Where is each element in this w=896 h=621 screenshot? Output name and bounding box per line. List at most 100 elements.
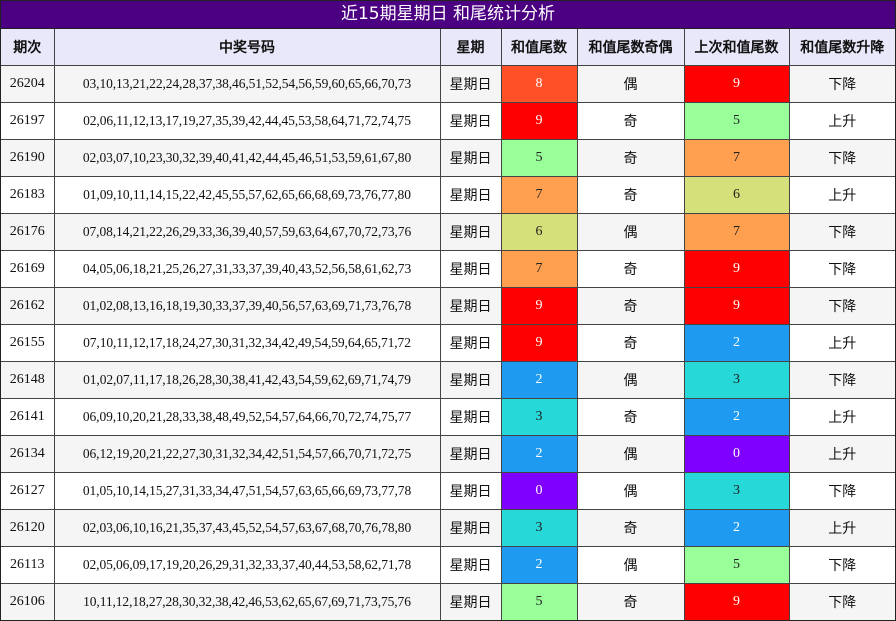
table-row: 26113 02,05,06,09,17,19,20,26,29,31,32,33… xyxy=(1,546,895,584)
trend-cell: 下降 xyxy=(788,472,895,510)
prev-tail-cell: 7 xyxy=(683,213,790,251)
numbers-cell: 04,05,06,18,21,25,26,27,31,33,37,39,40,4… xyxy=(53,250,441,288)
tail-cell: 3 xyxy=(500,398,578,436)
table-row: 26169 04,05,06,18,21,25,26,27,31,33,37,39… xyxy=(1,250,895,288)
weekday-cell: 星期日 xyxy=(439,250,502,288)
table-row: 26204 03,10,13,21,22,24,28,37,38,46,51,52… xyxy=(1,65,895,103)
issue-cell: 26127 xyxy=(1,472,55,510)
prev-tail-cell: 2 xyxy=(683,324,790,362)
prev-tail-cell: 3 xyxy=(683,361,790,399)
tail-cell: 2 xyxy=(500,361,578,399)
trend-cell: 上升 xyxy=(788,509,895,547)
trend-cell: 下降 xyxy=(788,287,895,325)
stats-table: 期次 中奖号码 星期 和值尾数 和值尾数奇偶 上次和值尾数 和值尾数升降 262… xyxy=(1,29,895,620)
numbers-cell: 01,05,10,14,15,27,31,33,34,47,51,54,57,6… xyxy=(53,472,441,510)
prev-tail-cell: 2 xyxy=(683,509,790,547)
table-row: 26120 02,03,06,10,16,21,35,37,43,45,52,54… xyxy=(1,509,895,547)
issue-cell: 26162 xyxy=(1,287,55,325)
numbers-cell: 07,08,14,21,22,26,29,33,36,39,40,57,59,6… xyxy=(53,213,441,251)
tail-cell: 8 xyxy=(500,65,578,103)
trend-cell: 下降 xyxy=(788,65,895,103)
weekday-cell: 星期日 xyxy=(439,509,502,547)
weekday-cell: 星期日 xyxy=(439,139,502,177)
trend-cell: 上升 xyxy=(788,398,895,436)
issue-cell: 26148 xyxy=(1,361,55,399)
weekday-cell: 星期日 xyxy=(439,176,502,214)
tail-cell: 6 xyxy=(500,213,578,251)
prev-tail-cell: 0 xyxy=(683,435,790,473)
trend-cell: 上升 xyxy=(788,324,895,362)
tail-cell: 3 xyxy=(500,509,578,547)
table-row: 26127 01,05,10,14,15,27,31,33,34,47,51,54… xyxy=(1,472,895,510)
header-row: 期次 中奖号码 星期 和值尾数 和值尾数奇偶 上次和值尾数 和值尾数升降 xyxy=(1,29,895,66)
tail-cell: 0 xyxy=(500,472,578,510)
issue-cell: 26183 xyxy=(1,176,55,214)
table-title: 近15期星期日 和尾统计分析 xyxy=(1,1,895,29)
numbers-cell: 07,10,11,12,17,18,24,27,30,31,32,34,42,4… xyxy=(53,324,441,362)
table-row: 26190 02,03,07,10,23,30,32,39,40,41,42,44… xyxy=(1,139,895,177)
weekday-cell: 星期日 xyxy=(439,583,502,620)
header-weekday: 星期 xyxy=(439,29,502,66)
prev-tail-cell: 2 xyxy=(683,398,790,436)
issue-cell: 26141 xyxy=(1,398,55,436)
numbers-cell: 03,10,13,21,22,24,28,37,38,46,51,52,54,5… xyxy=(53,65,441,103)
trend-cell: 下降 xyxy=(788,139,895,177)
prev-tail-cell: 5 xyxy=(683,546,790,584)
weekday-cell: 星期日 xyxy=(439,472,502,510)
numbers-cell: 06,12,19,20,21,22,27,30,31,32,34,42,51,5… xyxy=(53,435,441,473)
table-row: 26155 07,10,11,12,17,18,24,27,30,31,32,34… xyxy=(1,324,895,362)
issue-cell: 26120 xyxy=(1,509,55,547)
tail-cell: 9 xyxy=(500,102,578,140)
header-numbers: 中奖号码 xyxy=(53,29,441,66)
table-row: 26197 02,06,11,12,13,17,19,27,35,39,42,44… xyxy=(1,102,895,140)
table-row: 26162 01,02,08,13,16,18,19,30,33,37,39,40… xyxy=(1,287,895,325)
header-prev-tail: 上次和值尾数 xyxy=(683,29,790,66)
trend-cell: 下降 xyxy=(788,213,895,251)
numbers-cell: 06,09,10,20,21,28,33,38,48,49,52,54,57,6… xyxy=(53,398,441,436)
table-row: 26183 01,09,10,11,14,15,22,42,45,55,57,62… xyxy=(1,176,895,214)
issue-cell: 26106 xyxy=(1,583,55,620)
parity-cell: 奇 xyxy=(576,102,685,140)
weekday-cell: 星期日 xyxy=(439,65,502,103)
trend-cell: 上升 xyxy=(788,102,895,140)
prev-tail-cell: 9 xyxy=(683,65,790,103)
weekday-cell: 星期日 xyxy=(439,213,502,251)
header-tail: 和值尾数 xyxy=(500,29,578,66)
weekday-cell: 星期日 xyxy=(439,546,502,584)
parity-cell: 奇 xyxy=(576,324,685,362)
issue-cell: 26155 xyxy=(1,324,55,362)
issue-cell: 26204 xyxy=(1,65,55,103)
tail-cell: 2 xyxy=(500,546,578,584)
tail-cell: 2 xyxy=(500,435,578,473)
parity-cell: 偶 xyxy=(576,435,685,473)
prev-tail-cell: 9 xyxy=(683,250,790,288)
tail-cell: 9 xyxy=(500,324,578,362)
parity-cell: 奇 xyxy=(576,287,685,325)
table-body: 26204 03,10,13,21,22,24,28,37,38,46,51,52… xyxy=(1,65,895,620)
header-trend: 和值尾数升降 xyxy=(788,29,895,66)
tail-cell: 5 xyxy=(500,139,578,177)
stats-panel: 近15期星期日 和尾统计分析 期次 中奖号码 星期 和值尾数 和值尾数奇偶 上次… xyxy=(0,0,896,621)
numbers-cell: 02,06,11,12,13,17,19,27,35,39,42,44,45,5… xyxy=(53,102,441,140)
trend-cell: 上升 xyxy=(788,435,895,473)
trend-cell: 下降 xyxy=(788,546,895,584)
issue-cell: 26176 xyxy=(1,213,55,251)
parity-cell: 奇 xyxy=(576,583,685,620)
parity-cell: 奇 xyxy=(576,398,685,436)
numbers-cell: 02,03,07,10,23,30,32,39,40,41,42,44,45,4… xyxy=(53,139,441,177)
parity-cell: 偶 xyxy=(576,361,685,399)
parity-cell: 奇 xyxy=(576,509,685,547)
parity-cell: 奇 xyxy=(576,250,685,288)
table-row: 26134 06,12,19,20,21,22,27,30,31,32,34,42… xyxy=(1,435,895,473)
numbers-cell: 01,02,08,13,16,18,19,30,33,37,39,40,56,5… xyxy=(53,287,441,325)
tail-cell: 7 xyxy=(500,250,578,288)
prev-tail-cell: 5 xyxy=(683,102,790,140)
weekday-cell: 星期日 xyxy=(439,324,502,362)
prev-tail-cell: 9 xyxy=(683,287,790,325)
parity-cell: 奇 xyxy=(576,176,685,214)
issue-cell: 26197 xyxy=(1,102,55,140)
parity-cell: 偶 xyxy=(576,65,685,103)
prev-tail-cell: 6 xyxy=(683,176,790,214)
trend-cell: 下降 xyxy=(788,361,895,399)
issue-cell: 26113 xyxy=(1,546,55,584)
